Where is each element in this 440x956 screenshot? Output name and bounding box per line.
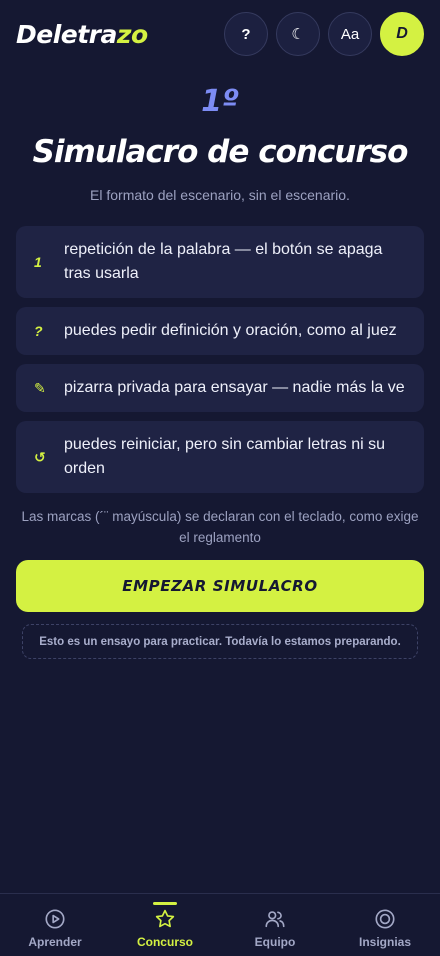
start-simulation-button[interactable]: EMPEZAR SIMULACRO xyxy=(16,560,424,612)
font-size-button[interactable]: Aa xyxy=(328,12,372,56)
nav-item-concurso[interactable]: Concurso xyxy=(110,894,220,956)
rule-text: pizarra privada para ensayar — nadie más… xyxy=(64,379,405,396)
avatar-initial: D xyxy=(396,25,408,42)
badge-icon xyxy=(375,909,395,929)
rules-list: 1 repetición de la palabra — el botón se… xyxy=(16,226,424,502)
bottom-nav: Aprender Concurso Equipo Insignias xyxy=(0,893,440,956)
keyboard-note: Las marcas (´¨ mayúscula) se declaran co… xyxy=(21,509,419,545)
number-one-icon: 1 xyxy=(34,254,42,270)
page-subtitle: El formato del escenario, sin el escenar… xyxy=(90,187,350,203)
star-icon xyxy=(155,909,175,928)
practice-disclaimer: Esto es un ensayo para practicar. Todaví… xyxy=(22,624,418,659)
nav-label: Aprender xyxy=(28,935,82,949)
rule-item-restart: ↺ puedes reiniciar, pero sin cambiar let… xyxy=(16,421,424,493)
nav-item-aprender[interactable]: Aprender xyxy=(0,894,110,956)
help-icon: ? xyxy=(241,25,251,43)
nav-item-insignias[interactable]: Insignias xyxy=(330,894,440,956)
play-circle-icon xyxy=(45,909,65,929)
rule-text: puedes reiniciar, pero sin cambiar letra… xyxy=(64,436,386,477)
page-title: Simulacro de concurso xyxy=(32,134,409,170)
nav-item-equipo[interactable]: Equipo xyxy=(220,894,330,956)
rule-item-repeat: 1 repetición de la palabra — el botón se… xyxy=(16,226,424,298)
avatar[interactable]: D xyxy=(380,12,424,56)
font-size-icon: Aa xyxy=(340,25,360,43)
nav-label: Insignias xyxy=(358,935,411,949)
round-number: 1º xyxy=(201,84,239,119)
restart-icon: ↺ xyxy=(34,448,46,465)
crescent-moon-icon: ☾ xyxy=(291,26,305,43)
nav-label: Equipo xyxy=(254,935,296,949)
users-icon xyxy=(265,911,285,928)
rule-item-definition: ? puedes pedir definición y oración, com… xyxy=(16,307,424,355)
pencil-icon: ✎ xyxy=(34,379,46,396)
app-logo[interactable]: Deletrazo xyxy=(16,20,148,49)
app-header: Deletrazo ? ☾ Aa D xyxy=(0,0,440,68)
nav-label: Concurso xyxy=(136,935,193,949)
question-mark-icon: ? xyxy=(34,323,43,339)
rule-item-whiteboard: ✎ pizarra privada para ensayar — nadie m… xyxy=(16,364,424,412)
logo-accent-text: zo xyxy=(116,19,148,49)
theme-toggle-button[interactable]: ☾ xyxy=(276,12,320,56)
header-actions: ? ☾ Aa D xyxy=(224,12,424,56)
active-indicator xyxy=(153,902,177,905)
rule-text: puedes pedir definición y oración, como … xyxy=(64,322,397,339)
rule-text: repetición de la palabra — el botón se a… xyxy=(64,241,383,282)
logo-main-text: Deletra xyxy=(16,19,117,49)
help-button[interactable]: ? xyxy=(224,12,268,56)
